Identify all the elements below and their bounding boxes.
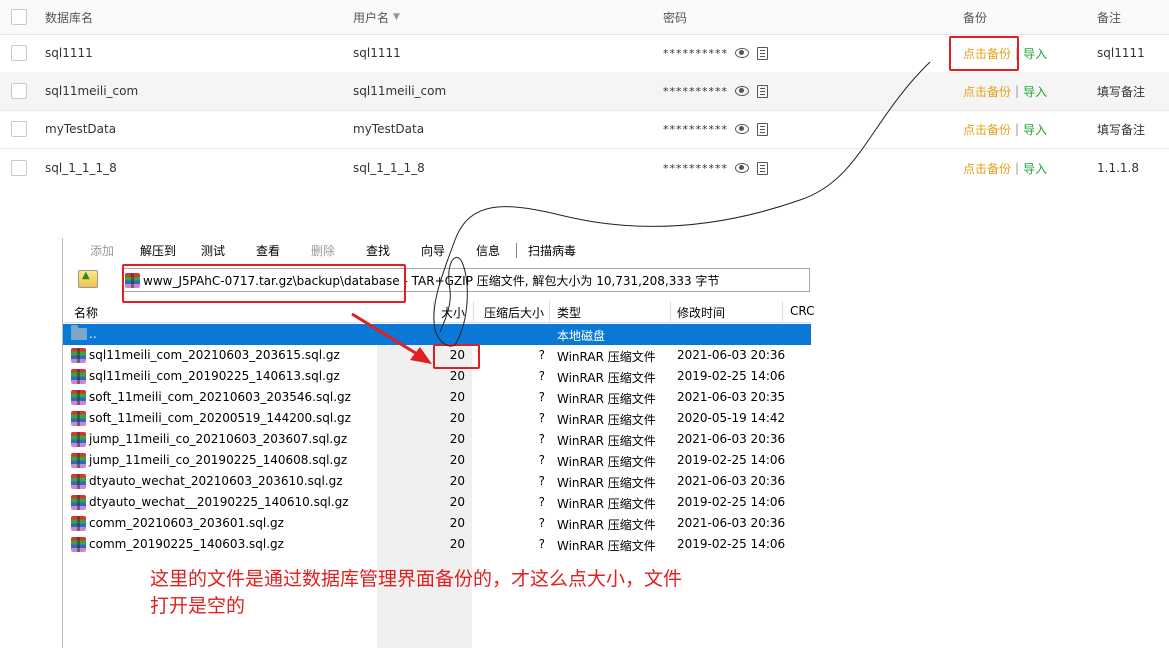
annotation-arrows [351,61,931,364]
red-pointer-arrow-head [410,347,432,364]
curved-arrow-line [433,61,931,347]
annotation-note: 这里的文件是通过数据库管理界面备份的，才这么点大小，文件 打开是空的 [150,566,750,620]
annotation-line-2: 打开是空的 [150,595,246,617]
red-pointer-arrow-line [351,312,423,359]
annotation-line-1: 这里的文件是通过数据库管理界面备份的，才这么点大小，文件 [150,568,683,590]
